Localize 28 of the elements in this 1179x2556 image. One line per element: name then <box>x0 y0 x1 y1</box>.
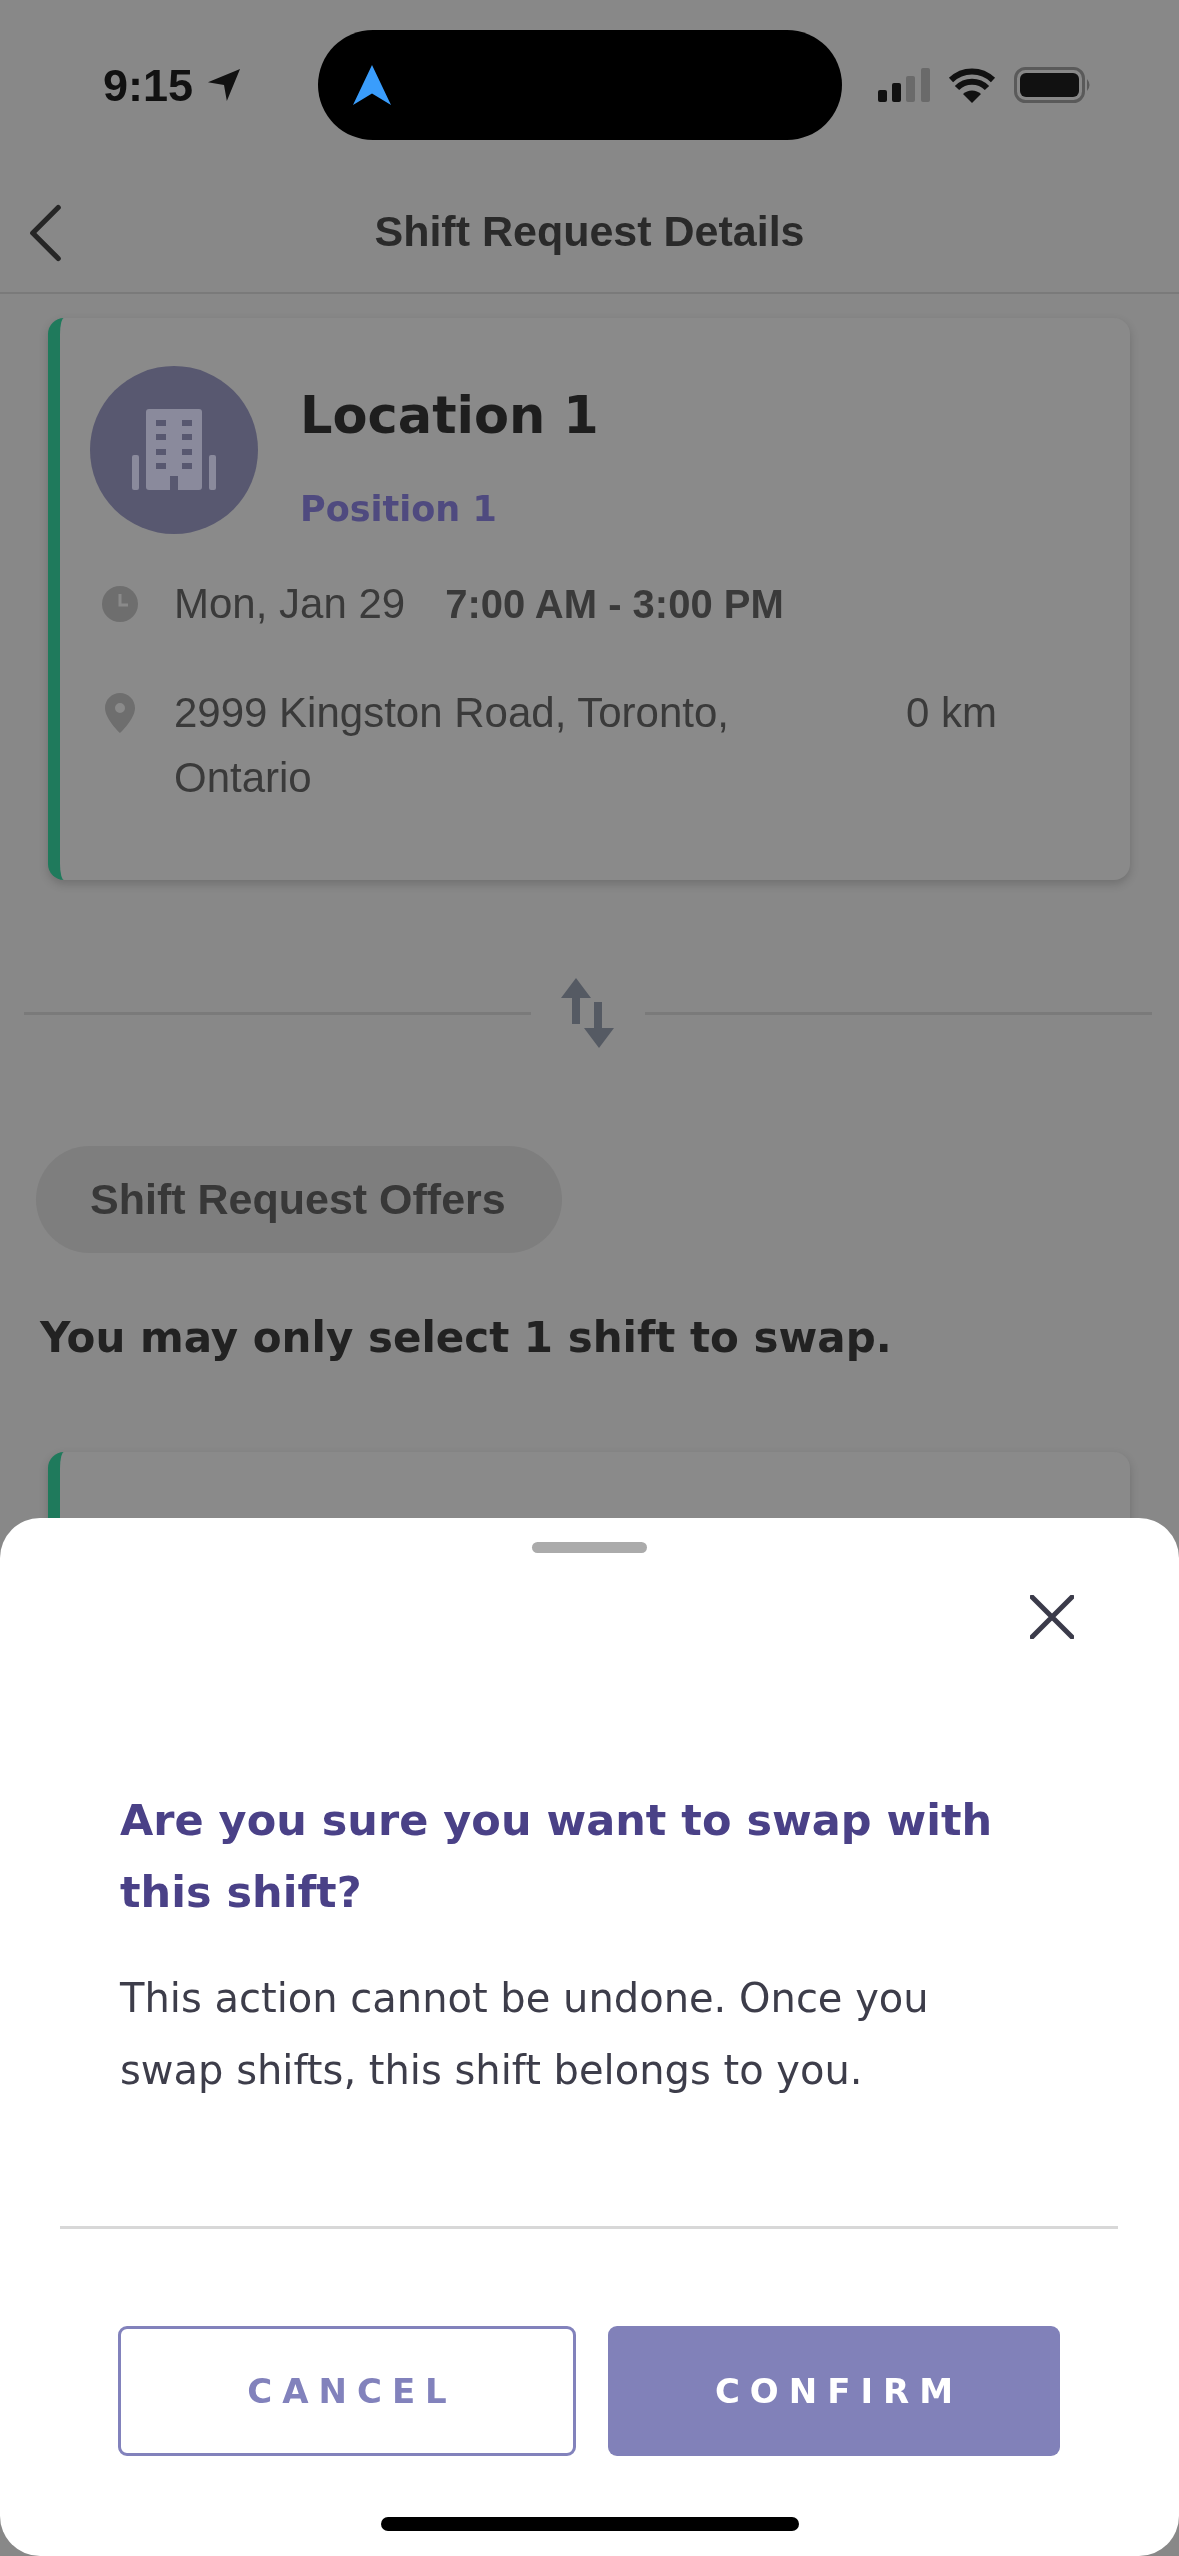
navigation-arrow-icon <box>353 65 391 105</box>
instruction-text: You may only select 1 shift to swap. <box>40 1312 892 1364</box>
wifi-icon <box>948 67 996 103</box>
page-title: Shift Request Details <box>374 206 805 256</box>
secondary-button[interactable]: CANCEL <box>118 2326 576 2456</box>
shift-card[interactable]: Location 1 Position 1 Mon, Jan 29 7:00 AM - 3:00 PM 2999 Kingston Road, Toronto, Ontario 0 km <box>48 318 1130 880</box>
location-name: Location 1 <box>300 385 599 447</box>
back-chevron-icon <box>28 204 62 262</box>
location-arrow-icon <box>207 68 242 102</box>
shift-time: 7:00 AM - 3:00 PM <box>445 581 784 627</box>
signal-icon <box>878 68 930 102</box>
close-icon <box>1030 1595 1074 1639</box>
shift-address: 2999 Kingston Road, Toronto, Ontario <box>174 688 730 803</box>
close-button[interactable] <box>1030 1595 1074 1639</box>
position-name: Position 1 <box>300 488 498 531</box>
shift-distance: 0 km <box>906 688 997 738</box>
battery-icon <box>1014 67 1092 103</box>
primary-button[interactable]: CONFIRM <box>608 2326 1060 2456</box>
dialog-message: This action cannot be undone. Once you swap shifts, this shift belongs to you. <box>120 1974 930 2095</box>
map-pin-icon <box>105 692 135 733</box>
clock-icon <box>102 586 138 622</box>
status-time: 9:15 <box>103 62 194 108</box>
section-label: Shift Request Offers <box>36 1146 562 1253</box>
drag-handle[interactable] <box>532 1542 647 1553</box>
building-icon <box>90 366 258 534</box>
swap-arrows-icon <box>561 978 615 1048</box>
dialog-title: Are you sure you want to swap with this shift? <box>120 1794 994 1919</box>
shift-date: Mon, Jan 29 <box>174 580 406 628</box>
